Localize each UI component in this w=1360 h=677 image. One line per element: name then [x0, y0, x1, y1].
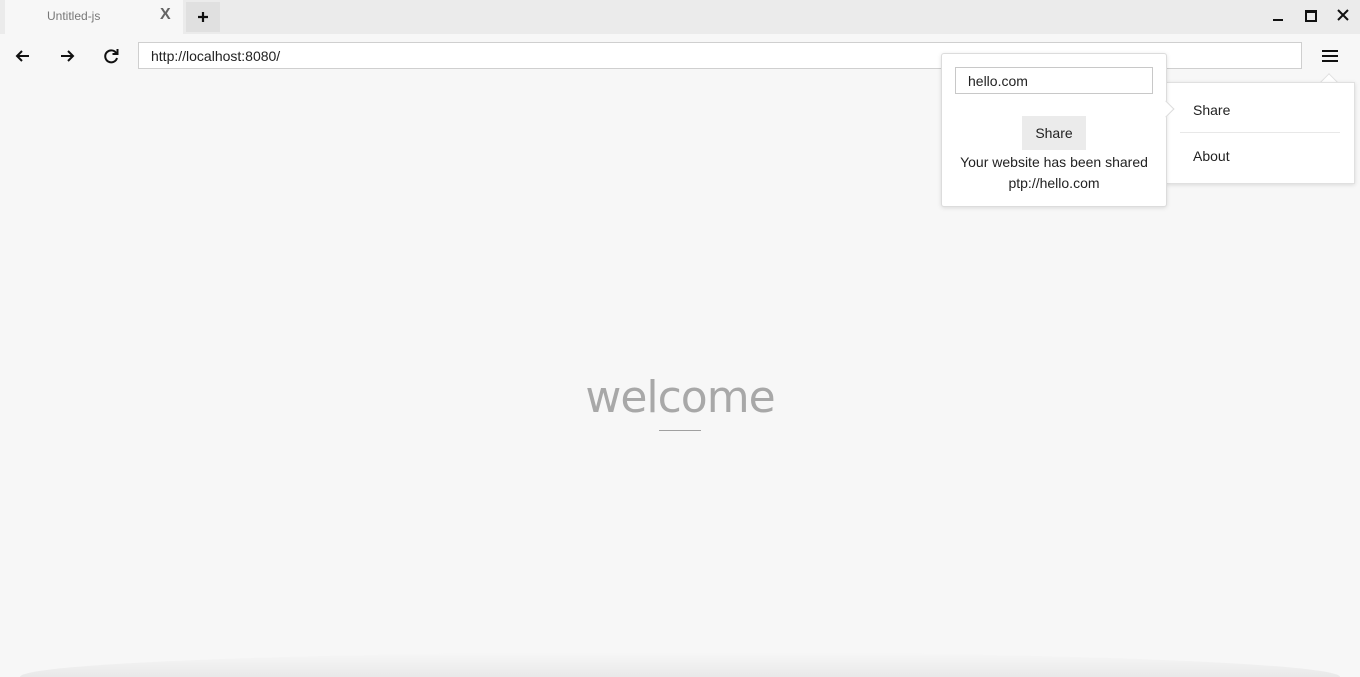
menu-item-about[interactable]: About: [1193, 148, 1230, 164]
close-icon: [1337, 9, 1349, 21]
tab-title: Untitled-js: [47, 9, 101, 23]
welcome-underline: [659, 430, 701, 431]
share-result-url: ptp://hello.com: [1008, 175, 1100, 191]
maximize-button[interactable]: [1301, 6, 1321, 26]
reload-icon: [104, 49, 119, 64]
bottom-shadow: [20, 652, 1340, 677]
share-url-input[interactable]: [955, 67, 1153, 94]
close-window-button[interactable]: [1333, 6, 1353, 26]
minimize-icon: [1273, 19, 1283, 21]
reload-button[interactable]: [100, 45, 122, 67]
forward-button[interactable]: [56, 45, 78, 67]
menu-divider: [1180, 132, 1340, 133]
menu-button[interactable]: [1318, 44, 1342, 68]
share-status-message: Your website has been shared: [960, 154, 1148, 170]
tab-strip: Untitled-js X: [0, 0, 1360, 34]
tab-untitled-js[interactable]: Untitled-js X: [5, 0, 183, 34]
welcome-heading: welcome: [585, 372, 775, 423]
arrow-left-icon: [15, 50, 29, 62]
plus-icon: [198, 12, 208, 22]
dropdown-menu: Share About: [1166, 82, 1355, 184]
menu-item-share[interactable]: Share: [1193, 102, 1230, 118]
hamburger-icon: [1322, 50, 1338, 62]
tab-close-button[interactable]: X: [160, 6, 171, 24]
share-button[interactable]: Share: [1022, 116, 1086, 150]
new-tab-button[interactable]: [186, 2, 220, 32]
back-button[interactable]: [12, 45, 34, 67]
maximize-icon: [1305, 10, 1317, 22]
arrow-right-icon: [61, 50, 75, 62]
share-popover: Share Your website has been shared ptp:/…: [941, 53, 1167, 207]
minimize-button[interactable]: [1268, 6, 1288, 26]
